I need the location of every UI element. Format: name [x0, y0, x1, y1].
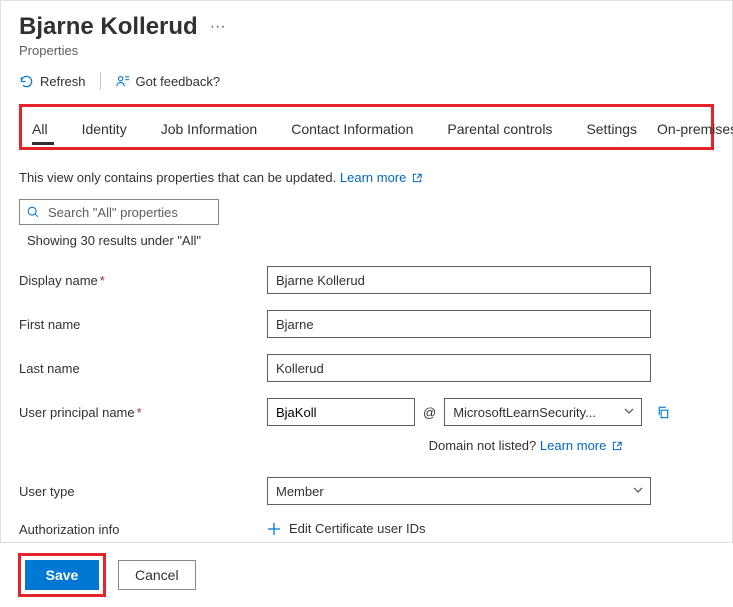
upn-label: User principal name*: [19, 405, 267, 420]
display-name-label: Display name*: [19, 273, 267, 288]
domain-learn-more-link[interactable]: Learn more: [540, 438, 623, 453]
results-count: Showing 30 results under "All": [27, 233, 714, 248]
search-icon: [26, 205, 40, 219]
upn-domain-value: MicrosoftLearnSecurity...: [453, 405, 596, 420]
feedback-button[interactable]: Got feedback?: [115, 74, 221, 89]
tab-contact-information[interactable]: Contact Information: [281, 113, 423, 147]
last-name-label: Last name: [19, 361, 267, 376]
page-title: Bjarne Kollerud: [19, 13, 198, 41]
last-name-input[interactable]: [267, 354, 651, 382]
tab-bar: All Identity Job Information Contact Inf…: [22, 107, 711, 147]
tab-parental-controls[interactable]: Parental controls: [437, 113, 562, 147]
first-name-label: First name: [19, 317, 267, 332]
tabs-highlight-box: All Identity Job Information Contact Inf…: [19, 104, 714, 150]
page-subtitle: Properties: [19, 43, 714, 58]
search-box[interactable]: [19, 199, 219, 225]
tab-job-information[interactable]: Job Information: [151, 113, 268, 147]
upn-user-input[interactable]: [267, 398, 415, 426]
tab-on-premises[interactable]: On-premises: [647, 113, 733, 147]
feedback-label: Got feedback?: [136, 74, 221, 89]
plus-icon: [267, 522, 281, 536]
first-name-input[interactable]: [267, 310, 651, 338]
toolbar-separator: [100, 72, 101, 90]
upn-domain-select[interactable]: MicrosoftLearnSecurity...: [444, 398, 642, 426]
tab-identity[interactable]: Identity: [72, 113, 137, 147]
learn-more-link[interactable]: Learn more: [340, 170, 423, 185]
save-button[interactable]: Save: [25, 560, 99, 590]
chevron-down-icon: [623, 405, 635, 417]
external-link-icon: [612, 440, 623, 451]
feedback-icon: [115, 74, 130, 89]
footer-bar: Save Cancel: [0, 542, 733, 607]
tab-all[interactable]: All: [28, 113, 58, 147]
domain-help-text: Domain not listed? Learn more: [267, 438, 651, 453]
refresh-icon: [19, 74, 34, 89]
edit-certificate-label: Edit Certificate user IDs: [289, 521, 426, 536]
at-symbol: @: [423, 405, 436, 420]
search-input[interactable]: [46, 204, 226, 221]
cancel-button[interactable]: Cancel: [118, 560, 196, 590]
learn-more-label: Learn more: [340, 170, 406, 185]
refresh-label: Refresh: [40, 74, 86, 89]
copy-icon[interactable]: [656, 405, 671, 420]
display-name-input[interactable]: [267, 266, 651, 294]
description-body: This view only contains properties that …: [19, 170, 336, 185]
user-type-label: User type: [19, 484, 267, 499]
chevron-down-icon: [632, 484, 644, 496]
tab-settings[interactable]: Settings: [576, 113, 647, 147]
user-type-value: Member: [276, 484, 324, 499]
save-highlight-box: Save: [18, 553, 106, 597]
edit-certificate-link[interactable]: Edit Certificate user IDs: [267, 521, 426, 536]
auth-info-label: Authorization info: [19, 522, 267, 537]
user-type-select[interactable]: Member: [267, 477, 651, 505]
more-icon[interactable]: ···: [206, 16, 230, 38]
external-link-icon: [412, 172, 423, 183]
description-text: This view only contains properties that …: [19, 170, 714, 185]
refresh-button[interactable]: Refresh: [19, 74, 86, 89]
